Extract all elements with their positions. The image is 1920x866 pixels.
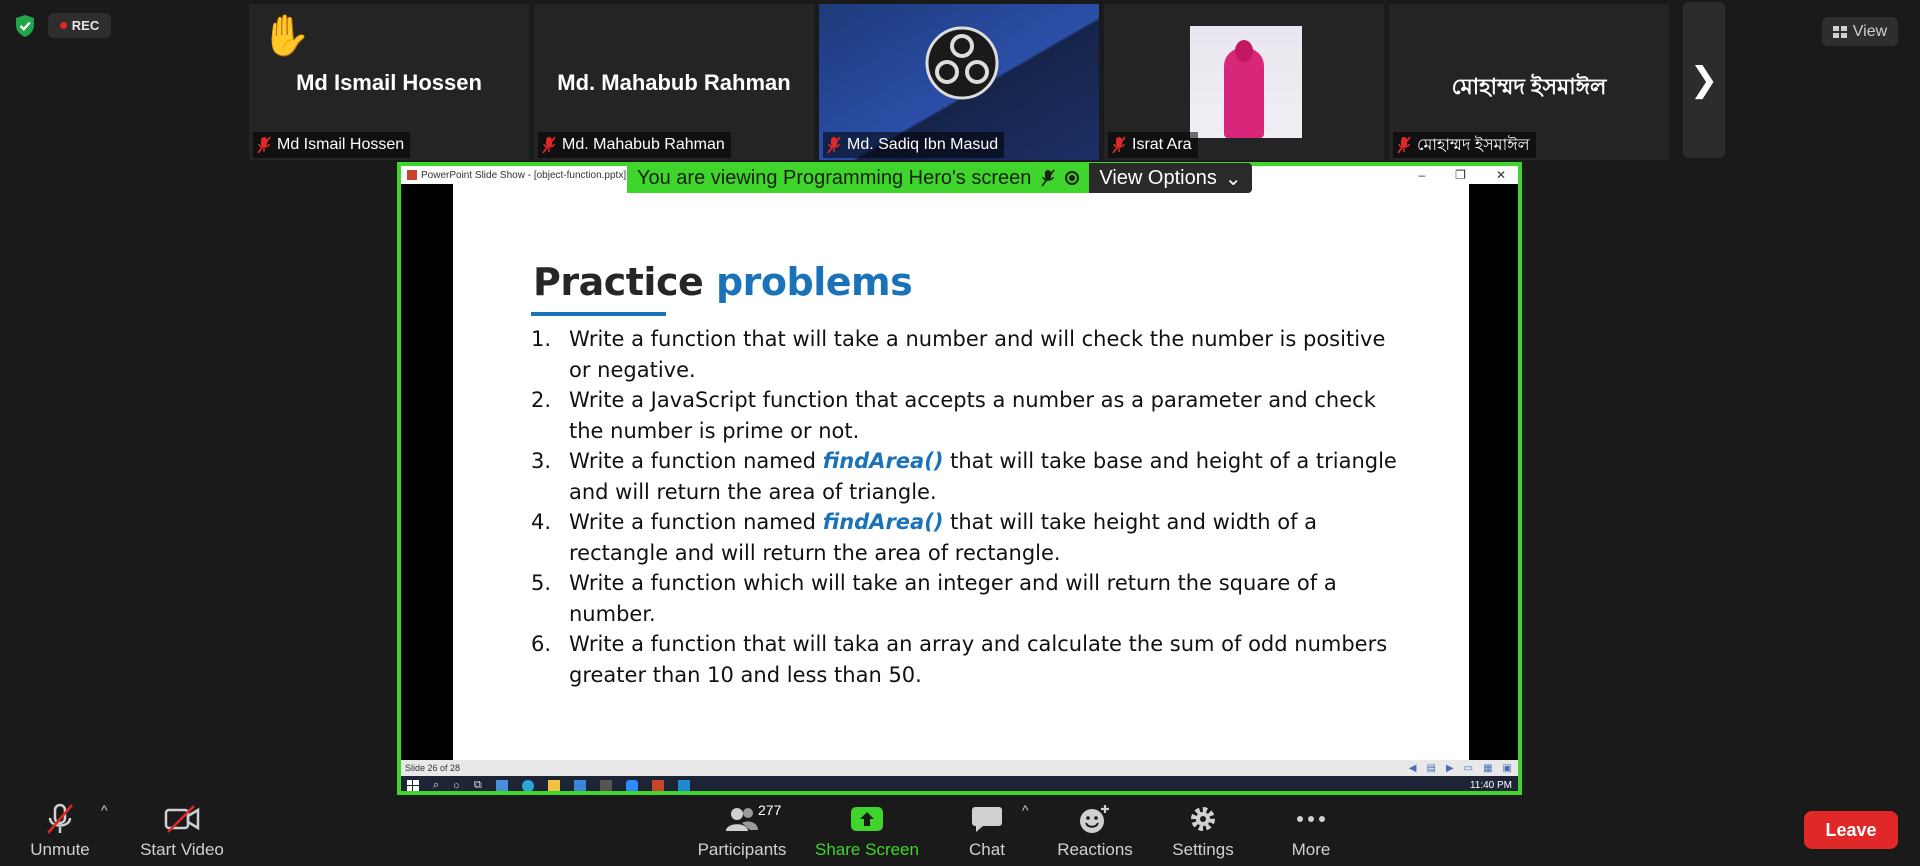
unmute-button[interactable]: Unmute	[22, 796, 98, 866]
record-status-icon	[1065, 171, 1080, 185]
meeting-toolbar: Unmute ^ Start Video Participants 277 Sh…	[0, 796, 1920, 866]
participant-display-name: Md. Mahabub Rahman	[557, 70, 791, 95]
share-screen-icon	[851, 807, 883, 831]
participant-tile[interactable]: Md. Sadiq Ibn Masud	[819, 4, 1099, 160]
restore-icon[interactable]: ❐	[1455, 168, 1466, 182]
view-label: View	[1852, 22, 1888, 40]
view-slideshow-icon[interactable]: ▣	[1503, 763, 1512, 774]
gear-icon	[1191, 807, 1215, 831]
video-off-icon	[164, 805, 200, 833]
mic-muted-icon	[827, 136, 841, 154]
store-icon[interactable]	[495, 779, 508, 791]
list-item: 6. Write a function that will taka an arr…	[531, 632, 1388, 687]
audio-options-chevron-icon[interactable]: ^	[101, 802, 108, 818]
close-icon[interactable]: ✕	[1496, 168, 1506, 182]
list-item: 4. Write a function named findArea() that…	[531, 510, 1318, 565]
participant-display-name: মোহাম্মদ ইসমাঈল	[1451, 74, 1607, 99]
window-controls: – ❐ ✕	[1418, 166, 1506, 184]
view-normal-icon[interactable]: ▭	[1464, 763, 1473, 774]
terminal-icon[interactable]	[599, 779, 612, 791]
next-slide-icon[interactable]: ▶	[1446, 763, 1454, 774]
participant-tile[interactable]: মোহাম্মদ ইসমাঈল মোহাম্মদ ইসমাঈল	[1389, 4, 1669, 160]
participant-display-name: Md Ismail Hossen	[296, 70, 482, 95]
participant-tile[interactable]: Israt Ara	[1104, 4, 1384, 160]
zoom-meeting-window: REC View ✋ Md Ismail Hossen Md Ismail Ho…	[0, 0, 1920, 866]
taskbar-clock: 11:40 PM	[1469, 780, 1512, 791]
obs-logo-icon	[925, 26, 999, 100]
chevron-down-icon: ⌄	[1224, 167, 1242, 190]
start-video-button[interactable]: Start Video	[134, 796, 230, 866]
reactions-icon	[1080, 805, 1109, 833]
slide-content: Practice problems 1. Write a function tha…	[453, 184, 1469, 760]
list-item: 1. Write a function that will take a numb…	[531, 327, 1386, 382]
slide-counter: Slide 26 of 28	[405, 763, 461, 773]
participant-name-tag: Md Ismail Hossen	[253, 132, 411, 158]
reactions-button[interactable]: Reactions	[1055, 796, 1135, 866]
chat-options-chevron-icon[interactable]: ^	[1022, 802, 1029, 818]
list-item: 5. Write a function which will take an in…	[531, 571, 1337, 626]
chevron-right-icon: ❯	[1689, 61, 1719, 99]
mic-muted-icon	[257, 136, 271, 154]
participant-photo	[1190, 26, 1302, 138]
windows-taskbar: ⌕ ○ ⧉ 11:40 PM	[401, 776, 1518, 792]
participant-count: 277	[758, 802, 782, 818]
edge-icon[interactable]	[521, 779, 534, 791]
list-item: 2. Write a JavaScript function that accep…	[531, 388, 1376, 443]
minimize-icon[interactable]: –	[1418, 168, 1425, 182]
mic-muted-icon	[47, 803, 73, 834]
more-button[interactable]: More	[1285, 796, 1337, 866]
mic-muted-icon	[1041, 169, 1056, 187]
leave-button[interactable]: Leave	[1804, 811, 1898, 849]
windows-start-icon[interactable]	[407, 779, 419, 792]
cortana-icon[interactable]: ○	[453, 780, 460, 792]
record-dot-icon	[59, 22, 67, 29]
recording-indicator[interactable]: REC	[48, 13, 111, 38]
settings-button[interactable]: Settings	[1164, 796, 1242, 866]
problem-list: 1. Write a function that will take a numb…	[531, 324, 1411, 690]
rec-label: REC	[71, 18, 100, 33]
mic-muted-icon	[1112, 136, 1126, 154]
zoom-app-icon[interactable]	[625, 779, 638, 791]
next-page-button[interactable]: ❯	[1683, 2, 1725, 158]
view-sorter-icon[interactable]: ▦	[1483, 763, 1492, 774]
file-explorer-icon[interactable]	[547, 779, 560, 791]
participant-name-tag: Md. Mahabub Rahman	[538, 132, 731, 158]
participant-name-tag: Israt Ara	[1108, 132, 1198, 158]
shared-screen[interactable]: PowerPoint Slide Show - [object-function…	[397, 162, 1522, 795]
participant-tile[interactable]: Md. Mahabub Rahman Md. Mahabub Rahman	[534, 4, 814, 160]
more-dots-icon	[1297, 816, 1325, 822]
view-options-button[interactable]: View Options ⌄	[1089, 163, 1252, 193]
chat-icon	[972, 807, 1002, 832]
participants-icon	[726, 808, 758, 831]
raised-hand-icon: ✋	[261, 14, 311, 58]
window-title: PowerPoint Slide Show - [object-function…	[421, 169, 627, 181]
grid-view-icon	[1832, 25, 1847, 38]
list-item: 3. Write a function named findArea() that…	[531, 449, 1397, 504]
participant-tile[interactable]: ✋ Md Ismail Hossen Md Ismail Hossen	[249, 4, 529, 160]
powerpoint-icon	[407, 170, 417, 180]
task-view-icon[interactable]: ⧉	[474, 779, 482, 791]
slide-menu-icon[interactable]: ▤	[1426, 763, 1435, 774]
vscode-icon[interactable]	[677, 779, 690, 791]
view-button[interactable]: View	[1822, 17, 1898, 46]
mic-muted-icon	[542, 136, 556, 154]
powerpoint-taskbar-icon[interactable]	[651, 779, 664, 791]
mic-muted-icon	[1397, 136, 1411, 154]
mail-icon[interactable]	[573, 779, 586, 791]
security-shield-icon[interactable]	[14, 14, 36, 38]
participant-name-tag: মোহাম্মদ ইসমাঈল	[1393, 132, 1536, 158]
screen-share-banner: You are viewing Programming Hero's scree…	[627, 163, 1252, 193]
viewing-notice: You are viewing Programming Hero's scree…	[627, 163, 1090, 193]
powerpoint-status-bar: Slide 26 of 28 ◀ ▤ ▶ ▭ ▦ ▣	[401, 760, 1518, 776]
participant-name-tag: Md. Sadiq Ibn Masud	[823, 132, 1005, 158]
chat-button[interactable]: Chat	[957, 796, 1017, 866]
search-icon[interactable]: ⌕	[433, 779, 439, 791]
title-underline	[531, 312, 666, 316]
prev-slide-icon[interactable]: ◀	[1409, 763, 1417, 774]
slide-title: Practice problems	[533, 260, 913, 304]
share-screen-button[interactable]: Share Screen	[811, 796, 923, 866]
